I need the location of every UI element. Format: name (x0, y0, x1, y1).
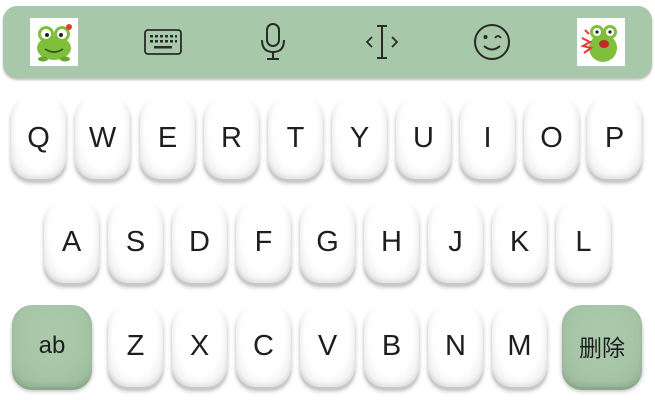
key-g[interactable]: G (300, 201, 355, 283)
wink-emoji-icon (473, 24, 510, 60)
key-q[interactable]: Q (11, 97, 66, 179)
key-y[interactable]: Y (332, 97, 387, 179)
keyboard-icon (144, 29, 183, 55)
emoji-button[interactable] (467, 17, 517, 67)
key-m[interactable]: M (492, 305, 547, 387)
keyboard-toolbar (3, 6, 652, 78)
key-z[interactable]: Z (108, 305, 163, 387)
key-v[interactable]: V (300, 305, 355, 387)
key-j[interactable]: J (428, 201, 483, 283)
key-n[interactable]: N (428, 305, 483, 387)
key-h[interactable]: H (364, 201, 419, 283)
frog-avatar-icon (30, 18, 78, 66)
frog-sticker-button-right[interactable] (576, 17, 626, 67)
key-r[interactable]: R (204, 97, 259, 179)
key-o[interactable]: O (524, 97, 579, 179)
microphone-icon (260, 23, 285, 60)
key-x[interactable]: X (172, 305, 227, 387)
frog-sticker-icon (576, 18, 625, 66)
key-i[interactable]: I (460, 97, 515, 179)
delete-key[interactable]: 删除 (562, 305, 642, 387)
key-e[interactable]: E (140, 97, 195, 179)
case-toggle-key[interactable]: ab (12, 305, 92, 387)
key-k[interactable]: K (492, 201, 547, 283)
key-d[interactable]: D (172, 201, 227, 283)
keyboard-root: Q W E R T Y U I O P A S D F G H J K L ab… (0, 0, 655, 400)
text-cursor-icon (365, 25, 399, 59)
key-l[interactable]: L (556, 201, 611, 283)
keyboard-switch-button[interactable] (138, 17, 188, 67)
key-w[interactable]: W (75, 97, 130, 179)
key-a[interactable]: A (44, 201, 99, 283)
key-b[interactable]: B (364, 305, 419, 387)
key-f[interactable]: F (236, 201, 291, 283)
key-t[interactable]: T (268, 97, 323, 179)
key-s[interactable]: S (108, 201, 163, 283)
key-p[interactable]: P (587, 97, 642, 179)
voice-input-button[interactable] (248, 17, 298, 67)
key-c[interactable]: C (236, 305, 291, 387)
key-u[interactable]: U (396, 97, 451, 179)
cursor-move-button[interactable] (357, 17, 407, 67)
frog-sticker-button-left[interactable] (29, 17, 79, 67)
